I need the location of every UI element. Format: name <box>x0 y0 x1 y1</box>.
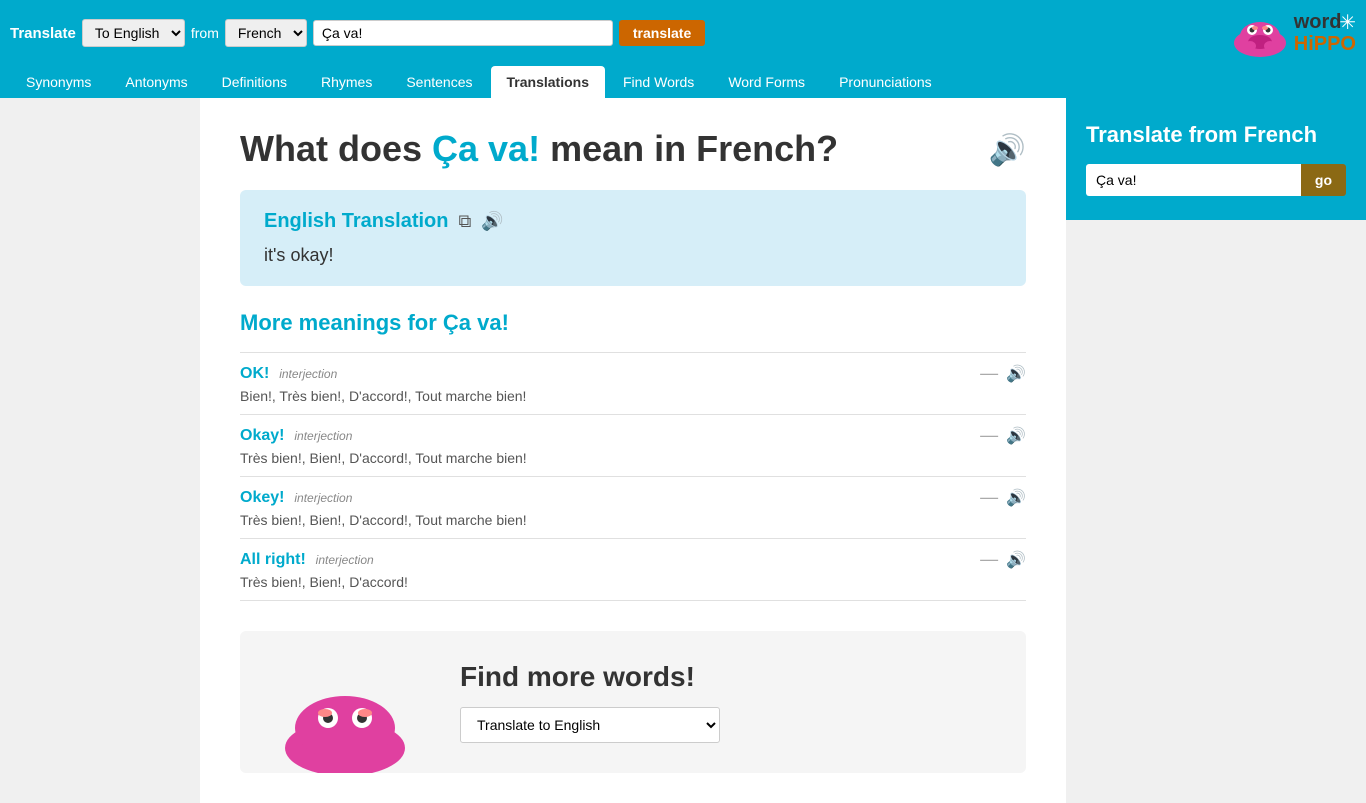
meaning-row: OK! interjection — Bien!, Très bien!, D'… <box>240 352 1026 414</box>
logo-area: word HiPPO <box>1230 8 1356 58</box>
meaning-row: All right! interjection — Très bien!, Bi… <box>240 538 1026 601</box>
meaning-word: Okay! <box>240 427 284 444</box>
asterisk-icon: ✳ <box>1339 10 1356 35</box>
search-input[interactable] <box>313 20 613 46</box>
sidebar-translate-box: Translate from French go <box>1066 98 1366 220</box>
translation-result: it's okay! <box>264 245 1002 266</box>
translate-button[interactable]: translate <box>619 20 705 46</box>
translation-header: English Translation <box>264 210 1002 233</box>
title-word: Ça va! <box>432 128 540 169</box>
find-more-title: Find more words! <box>460 661 996 693</box>
left-gutter <box>0 98 200 803</box>
meaning-row: Okey! interjection — Très bien!, Bien!, … <box>240 476 1026 538</box>
meaning-type: interjection <box>294 429 352 443</box>
direction-select[interactable]: To English <box>82 19 185 47</box>
meaning-audio-button[interactable] <box>1006 426 1026 446</box>
translation-box: English Translation it's okay! <box>240 190 1026 286</box>
translation-audio-button[interactable] <box>481 211 503 232</box>
sidebar-input-row: go <box>1086 164 1346 196</box>
meaning-audio-button[interactable] <box>1006 364 1026 384</box>
sidebar-search-input[interactable] <box>1086 164 1301 196</box>
top-bar: Translate To English from French transla… <box>0 0 1366 66</box>
meaning-synonyms: Bien!, Très bien!, D'accord!, Tout march… <box>240 388 1026 404</box>
dash-icon: — <box>980 363 998 384</box>
tab-definitions[interactable]: Definitions <box>206 66 303 98</box>
translate-label: Translate <box>10 25 76 42</box>
find-more-section: Find more words! Translate to English <box>240 631 1026 773</box>
meaning-synonyms: Très bien!, Bien!, D'accord!, Tout march… <box>240 450 1026 466</box>
copy-button[interactable] <box>458 211 471 232</box>
dash-icon: — <box>980 487 998 508</box>
logo-hippo-icon <box>1230 8 1290 58</box>
meaning-synonyms: Très bien!, Bien!, D'accord!, Tout march… <box>240 512 1026 528</box>
hippo-decoration-icon <box>270 673 420 773</box>
sidebar-go-button[interactable]: go <box>1301 164 1346 196</box>
tab-antonyms[interactable]: Antonyms <box>109 66 203 98</box>
tab-rhymes[interactable]: Rhymes <box>305 66 388 98</box>
meaning-type: interjection <box>294 491 352 505</box>
meaning-audio-button[interactable] <box>1006 488 1026 508</box>
translation-section-label: English Translation <box>264 210 448 233</box>
tab-translations[interactable]: Translations <box>491 66 605 98</box>
meaning-word: All right! <box>240 551 306 568</box>
title-audio-button[interactable] <box>989 133 1026 168</box>
main-content: What does Ça va! mean in French? English… <box>200 98 1066 803</box>
title-prefix: What does <box>240 128 432 169</box>
logo-hippo: HiPPO <box>1294 33 1356 55</box>
tab-word-forms[interactable]: Word Forms <box>712 66 821 98</box>
tab-find-words[interactable]: Find Words <box>607 66 710 98</box>
right-sidebar: Translate from French go <box>1066 98 1366 803</box>
dash-icon: — <box>980 549 998 570</box>
meaning-synonyms: Très bien!, Bien!, D'accord! <box>240 574 1026 590</box>
meanings-list: OK! interjection — Bien!, Très bien!, D'… <box>240 352 1026 601</box>
tab-sentences[interactable]: Sentences <box>390 66 488 98</box>
title-suffix: mean in French? <box>540 128 838 169</box>
meaning-word: Okey! <box>240 489 284 506</box>
more-meanings-title: More meanings for Ça va! <box>240 310 1026 336</box>
find-more-select[interactable]: Translate to English <box>460 707 720 743</box>
meaning-type: interjection <box>316 553 374 567</box>
from-label: from <box>191 25 219 41</box>
meaning-audio-button[interactable] <box>1006 550 1026 570</box>
language-select[interactable]: French <box>225 19 307 47</box>
meaning-type: interjection <box>279 367 337 381</box>
dash-icon: — <box>980 425 998 446</box>
meaning-word: OK! <box>240 365 269 382</box>
meaning-row: Okay! interjection — Très bien!, Bien!, … <box>240 414 1026 476</box>
sidebar-translate-title: Translate from French <box>1086 122 1346 148</box>
page-title-text: What does Ça va! mean in French? <box>240 128 969 170</box>
nav-tabs: Synonyms Antonyms Definitions Rhymes Sen… <box>0 66 1366 98</box>
page-title-area: What does Ça va! mean in French? <box>240 128 1026 170</box>
tab-synonyms[interactable]: Synonyms <box>10 66 107 98</box>
tab-pronunciations[interactable]: Pronunciations <box>823 66 948 98</box>
